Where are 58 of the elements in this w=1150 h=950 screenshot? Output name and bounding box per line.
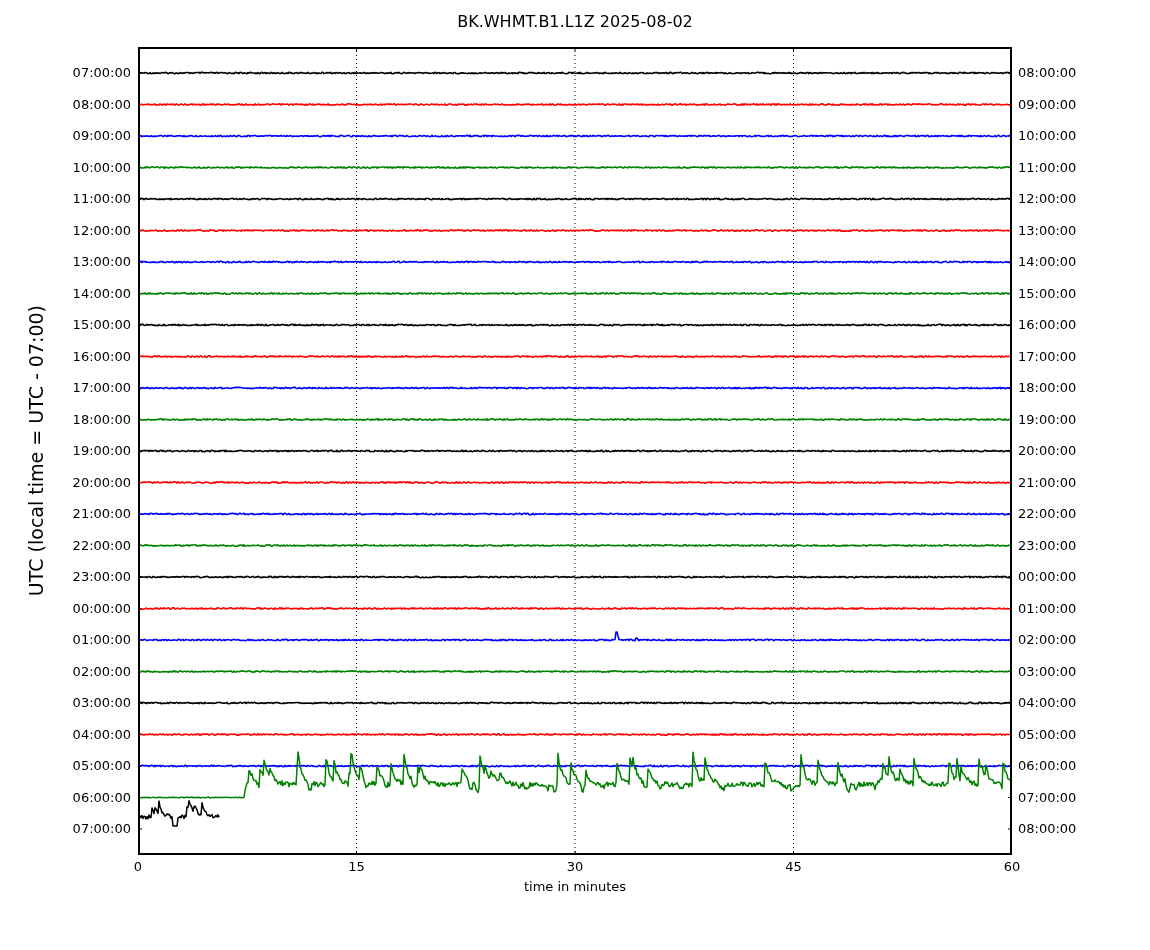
y-tick-label: 14:00:00 — [72, 284, 131, 303]
y-tick-label: 21:00:00 — [72, 505, 131, 524]
y-tick-label: 07:00:00 — [1018, 788, 1077, 807]
y-axis-label: UTC (local time = UTC - 07:00) — [25, 305, 47, 597]
y-tick-label: 18:00:00 — [1018, 379, 1077, 398]
y-tick-label: 23:00:00 — [1018, 536, 1077, 555]
y-tick-label: 04:00:00 — [1018, 694, 1077, 713]
y-tick-label: 23:00:00 — [72, 568, 131, 587]
y-tick-label: 05:00:00 — [72, 757, 131, 776]
y-tick-label: 08:00:00 — [1018, 64, 1077, 83]
y-tick-label: 17:00:00 — [72, 379, 131, 398]
y-tick-label: 01:00:00 — [72, 631, 131, 650]
chart-title: BK.WHMT.B1.L1Z 2025-08-02 — [457, 12, 693, 31]
y-tick-label: 04:00:00 — [72, 725, 131, 744]
y-tick-label: 06:00:00 — [1018, 757, 1077, 776]
y-tick-label: 02:00:00 — [72, 662, 131, 681]
y-tick-label: 16:00:00 — [72, 347, 131, 366]
y-tick-label: 14:00:00 — [1018, 253, 1077, 272]
y-tick-label: 19:00:00 — [1018, 410, 1077, 429]
y-tick-label: 03:00:00 — [72, 694, 131, 713]
y-tick-label: 16:00:00 — [1018, 316, 1077, 335]
y-tick-label: 19:00:00 — [72, 442, 131, 461]
y-tick-label: 07:00:00 — [72, 64, 131, 83]
y-tick-label: 13:00:00 — [1018, 221, 1077, 240]
y-tick-label: 20:00:00 — [72, 473, 131, 492]
y-tick-label: 22:00:00 — [1018, 505, 1077, 524]
y-tick-label: 02:00:00 — [1018, 631, 1077, 650]
x-tick-label: 30 — [566, 859, 584, 874]
y-tick-label: 12:00:00 — [1018, 190, 1077, 209]
y-tick-label: 03:00:00 — [1018, 662, 1077, 681]
y-tick-label: 08:00:00 — [1018, 820, 1077, 839]
y-tick-label: 12:00:00 — [72, 221, 131, 240]
x-tick-label: 45 — [785, 859, 802, 874]
y-tick-label: 00:00:00 — [72, 599, 131, 618]
x-tick-label: 60 — [1003, 859, 1021, 874]
y-tick-label: 15:00:00 — [1018, 284, 1077, 303]
y-tick-label: 11:00:00 — [1018, 158, 1077, 177]
y-tick-label: 09:00:00 — [72, 127, 131, 146]
x-axis-label: time in minutes — [523, 879, 627, 894]
y-tick-label: 10:00:00 — [72, 158, 131, 177]
y-tick-label: 20:00:00 — [1018, 442, 1077, 461]
y-tick-label: 17:00:00 — [1018, 347, 1077, 366]
y-tick-label: 21:00:00 — [1018, 473, 1077, 492]
y-tick-label: 06:00:00 — [72, 788, 131, 807]
y-tick-label: 01:00:00 — [1018, 599, 1077, 618]
y-tick-label: 22:00:00 — [72, 536, 131, 555]
y-tick-label: 05:00:00 — [1018, 725, 1077, 744]
y-tick-label: 15:00:00 — [72, 316, 131, 335]
y-tick-label: 00:00:00 — [1018, 568, 1077, 587]
y-tick-label: 08:00:00 — [72, 95, 131, 114]
y-tick-label: 18:00:00 — [72, 410, 131, 429]
x-tick-label: 0 — [133, 859, 143, 874]
y-tick-label: 09:00:00 — [1018, 95, 1077, 114]
x-tick-label: 15 — [348, 859, 365, 874]
y-tick-label: 07:00:00 — [72, 820, 131, 839]
y-tick-label: 13:00:00 — [72, 253, 131, 272]
y-tick-label: 10:00:00 — [1018, 127, 1077, 146]
y-tick-label: 11:00:00 — [72, 190, 131, 209]
